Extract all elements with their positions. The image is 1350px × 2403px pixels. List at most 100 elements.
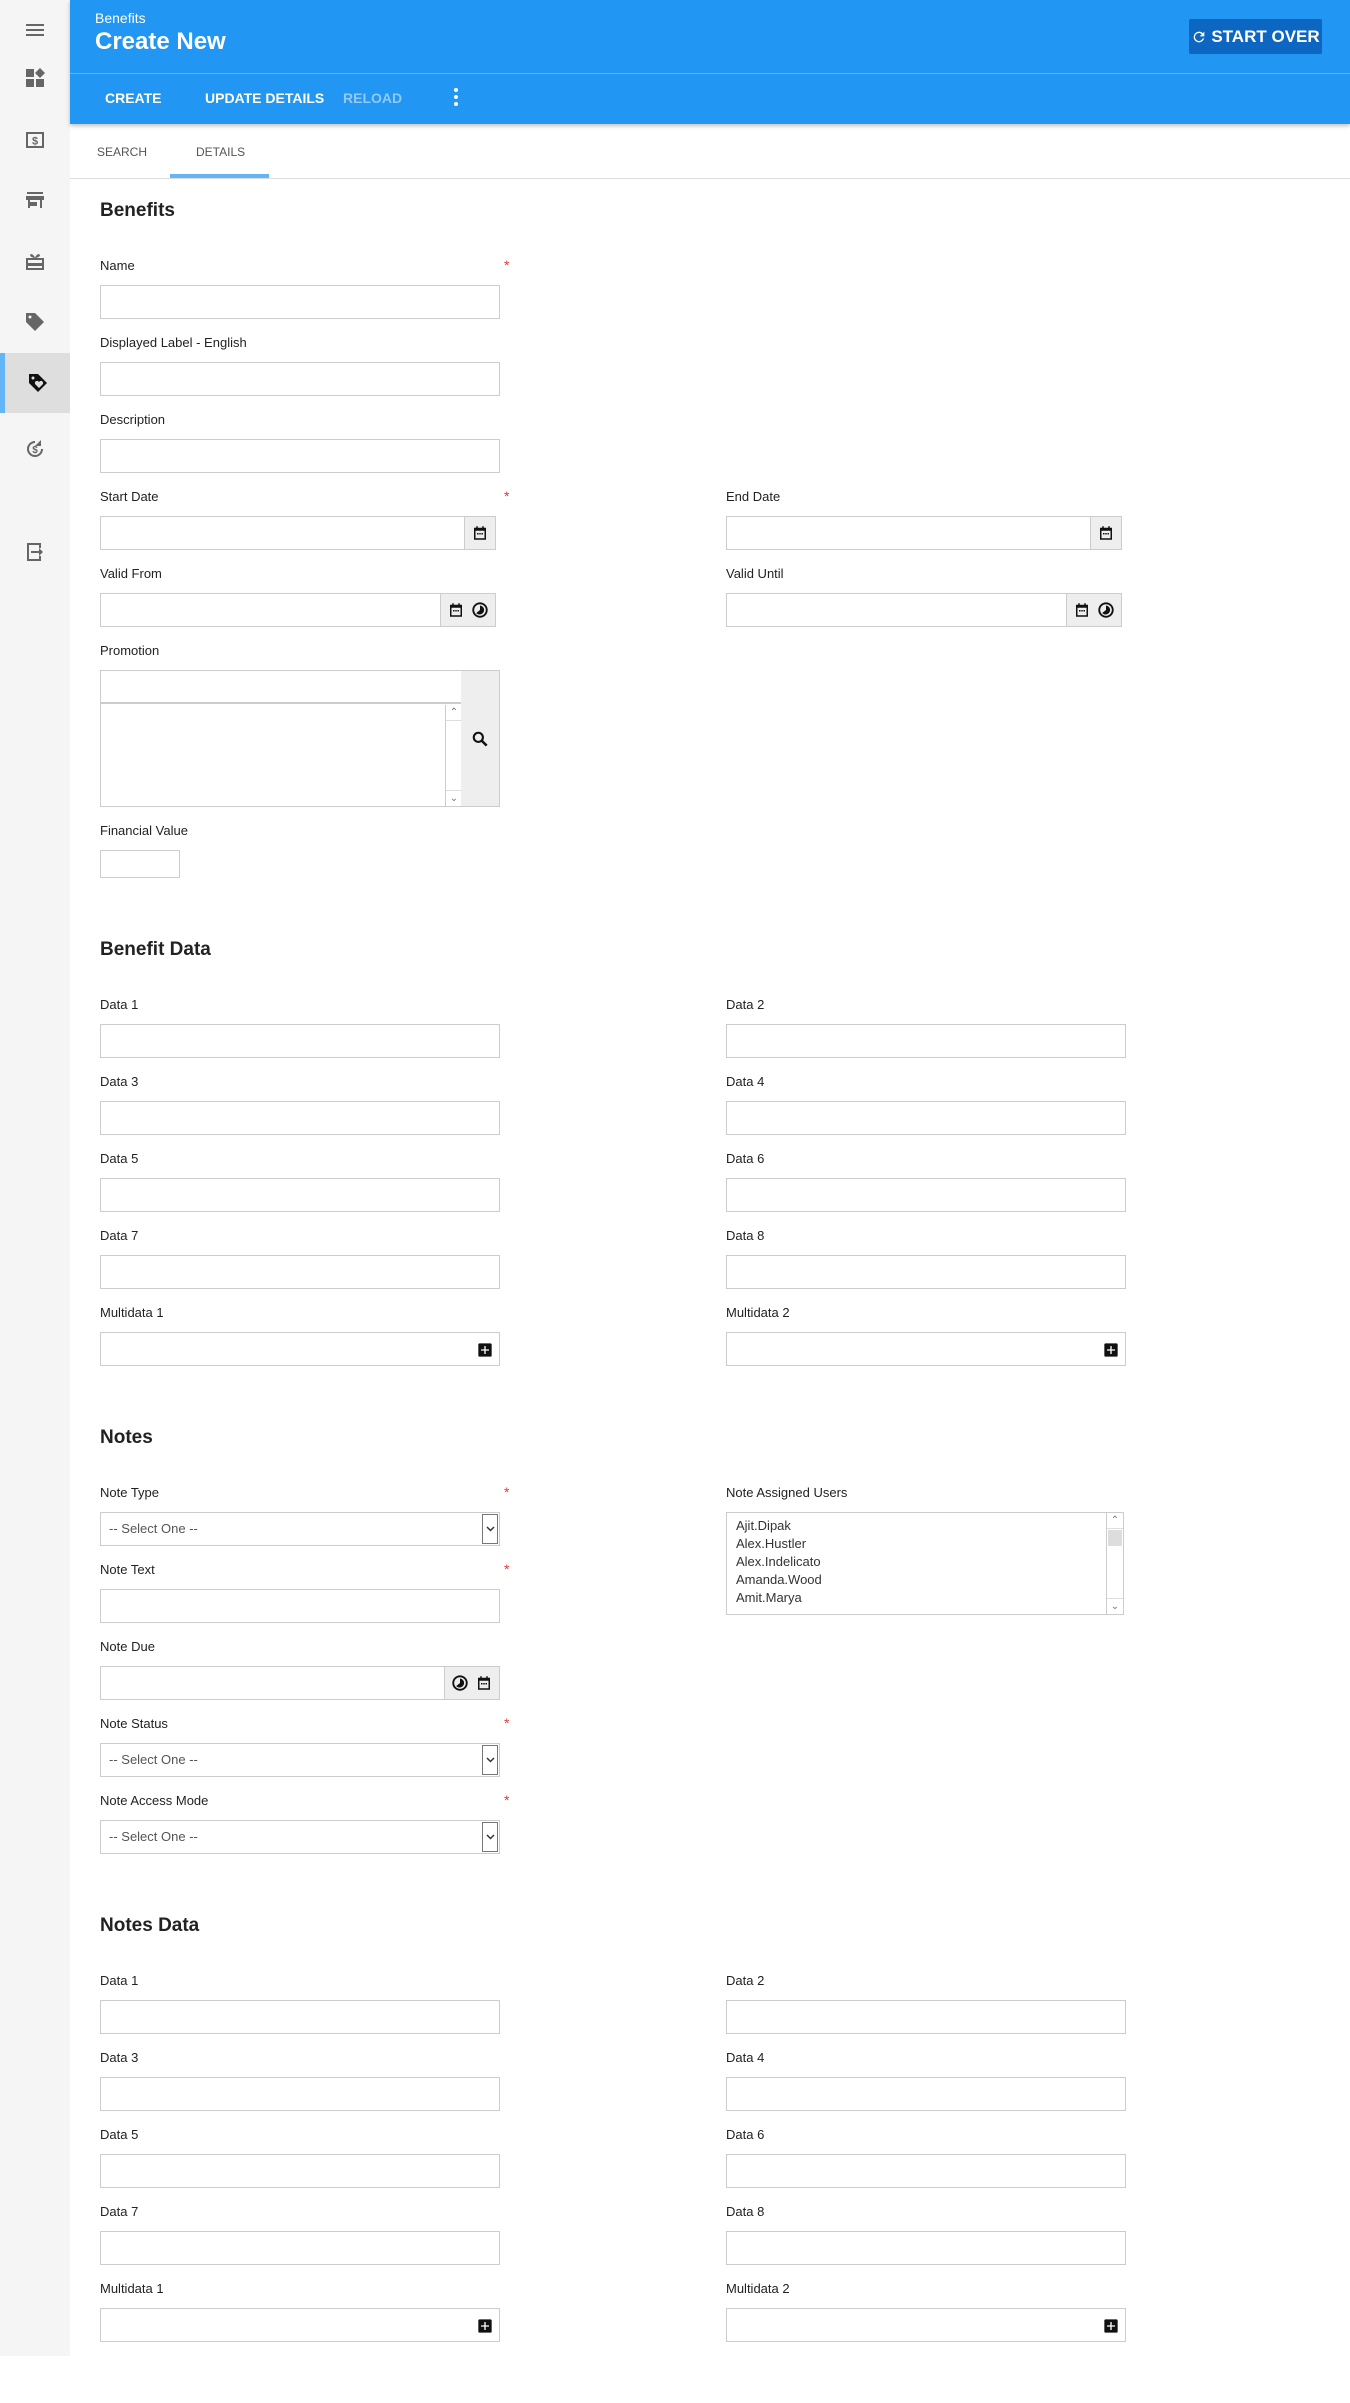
scrollbar[interactable]: ⌃ ⌄: [445, 705, 462, 806]
data-2-input[interactable]: [726, 1024, 1126, 1058]
field-label: Data 8: [726, 1228, 765, 1243]
sidebar-item-tag-heart[interactable]: [0, 353, 70, 413]
dollar-box-icon: $: [26, 132, 44, 148]
field-note-assigned-users: Note Assigned Users Ajit.Dipak Alex.Hustle…: [726, 1484, 1156, 1615]
field-label: Multidata 1: [100, 2281, 164, 2296]
clock-icon[interactable]: [1097, 601, 1115, 619]
data-5-input[interactable]: [100, 2154, 500, 2188]
start-over-label: START OVER: [1211, 26, 1320, 46]
clock-icon[interactable]: [471, 601, 489, 619]
data-4-input[interactable]: [726, 1101, 1126, 1135]
end-date-input[interactable]: [726, 516, 1122, 550]
field-label: Note Assigned Users: [726, 1485, 848, 1500]
sidebar-item-tag[interactable]: [0, 292, 70, 352]
field-valid-until: Valid Until: [726, 565, 1156, 642]
note-type-select[interactable]: -- Select One --: [100, 1512, 500, 1546]
field-label: Data 3: [100, 2050, 139, 2065]
sidebar-item-store[interactable]: [0, 170, 70, 230]
chevron-down-icon[interactable]: [482, 1514, 498, 1544]
data-6-input[interactable]: [726, 1178, 1126, 1212]
form-row: Data 7 Data 8: [100, 1227, 1200, 1304]
calendar-icon[interactable]: [475, 1674, 493, 1692]
clock-icon[interactable]: [451, 1674, 469, 1692]
field-label: Data 2: [726, 1973, 765, 1988]
chevron-down-icon[interactable]: [482, 1745, 498, 1775]
promotion-input[interactable]: [101, 671, 462, 704]
calendar-icon[interactable]: [1073, 601, 1091, 619]
sidebar-item-gift-card[interactable]: [0, 232, 70, 292]
data-7-input[interactable]: [100, 1255, 500, 1289]
valid-from-input[interactable]: [100, 593, 496, 627]
field-label: Financial Value: [100, 823, 188, 838]
field-data-8: Data 8: [726, 2203, 1156, 2280]
start-date-input[interactable]: [100, 516, 496, 550]
tab-search[interactable]: SEARCH: [97, 145, 147, 159]
sidebar-item-dollar-cycle[interactable]: $: [0, 419, 70, 479]
breadcrumb[interactable]: Benefits: [95, 10, 146, 26]
field-multidata-2: Multidata 2: [726, 2280, 1156, 2357]
chevron-down-icon[interactable]: ⌄: [446, 790, 462, 806]
required-asterisk: *: [504, 1561, 510, 1577]
tab-details[interactable]: DETAILS: [196, 145, 245, 159]
create-button[interactable]: CREATE: [105, 90, 162, 106]
data-6-input[interactable]: [726, 2154, 1126, 2188]
data-1-input[interactable]: [100, 1024, 500, 1058]
data-5-input[interactable]: [100, 1178, 500, 1212]
update-details-button[interactable]: UPDATE DETAILS: [205, 90, 324, 106]
multidata-1-input[interactable]: [100, 2308, 500, 2342]
financial-value-input[interactable]: [100, 850, 180, 878]
data-4-input[interactable]: [726, 2077, 1126, 2111]
list-option[interactable]: Alex.Hustler: [736, 1535, 1123, 1553]
chevron-down-icon[interactable]: [482, 1822, 498, 1852]
multidata-2-input[interactable]: [726, 1332, 1126, 1366]
svg-text:$: $: [32, 445, 38, 456]
valid-until-input[interactable]: [726, 593, 1122, 627]
note-text-input[interactable]: [100, 1589, 500, 1623]
note-access-mode-select[interactable]: -- Select One --: [100, 1820, 500, 1854]
sidebar-item-dashboard[interactable]: [0, 48, 70, 108]
plus-box-icon[interactable]: [1103, 2318, 1119, 2334]
search-button[interactable]: [461, 671, 499, 806]
name-input[interactable]: [100, 285, 500, 319]
data-1-input[interactable]: [100, 2000, 500, 2034]
plus-box-icon[interactable]: [477, 2318, 493, 2334]
dashboard-icon: [26, 68, 45, 87]
form-row: Displayed Label - English: [100, 334, 1200, 411]
sidebar-item-logout[interactable]: [0, 522, 70, 582]
multidata-2-input[interactable]: [726, 2308, 1126, 2342]
data-8-input[interactable]: [726, 1255, 1126, 1289]
description-input[interactable]: [100, 439, 500, 473]
data-7-input[interactable]: [100, 2231, 500, 2265]
field-label: Data 5: [100, 1151, 139, 1166]
data-2-input[interactable]: [726, 2000, 1126, 2034]
chevron-up-icon[interactable]: ⌃: [446, 705, 462, 721]
field-multidata-1: Multidata 1: [100, 2280, 726, 2357]
form-row: Data 7 Data 8: [100, 2203, 1200, 2280]
start-over-button[interactable]: START OVER: [1189, 19, 1322, 54]
field-label: Data 1: [100, 997, 139, 1012]
reload-button[interactable]: RELOAD: [343, 90, 402, 106]
plus-box-icon[interactable]: [477, 1342, 493, 1358]
calendar-icon[interactable]: [1097, 524, 1115, 542]
field-label: Description: [100, 412, 166, 427]
data-3-input[interactable]: [100, 1101, 500, 1135]
multidata-1-input[interactable]: [100, 1332, 500, 1366]
chevron-up-icon[interactable]: ⌃: [1107, 1513, 1123, 1529]
calendar-icon[interactable]: [471, 524, 489, 542]
field-data-8: Data 8: [726, 1227, 1156, 1304]
displayed-label-english-input[interactable]: [100, 362, 500, 396]
note-status-select[interactable]: -- Select One --: [100, 1743, 500, 1777]
sidebar-item-dollar-box[interactable]: $: [0, 110, 70, 170]
field-label: Data 6: [726, 2127, 765, 2142]
promotion-list[interactable]: ⌃ ⌄: [101, 705, 462, 806]
field-displayed-label-english: Displayed Label - English: [100, 334, 726, 411]
more-options-icon[interactable]: [454, 88, 460, 108]
plus-box-icon[interactable]: [1103, 1342, 1119, 1358]
data-8-input[interactable]: [726, 2231, 1126, 2265]
note-due-input[interactable]: [100, 1666, 500, 1700]
calendar-icon[interactable]: [447, 601, 465, 619]
data-3-input[interactable]: [100, 2077, 500, 2111]
scroll-thumb[interactable]: [1108, 1530, 1122, 1546]
list-option[interactable]: Ajit.Dipak: [736, 1517, 1123, 1535]
field-note-text: Note Text *: [100, 1561, 726, 1638]
